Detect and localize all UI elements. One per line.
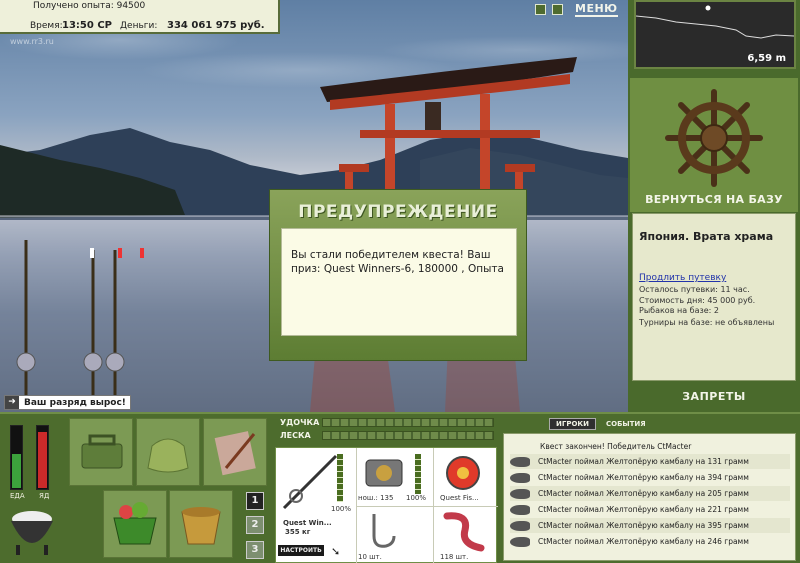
event-text: CtMacter поймал Желтопёрую камбалу на 39… [538, 473, 749, 482]
rank-up-text: Ваш разряд вырос! [24, 397, 126, 408]
setup-button[interactable]: НАСТРОИТЬ [278, 545, 324, 556]
game-controls: МЕНЮ [535, 2, 618, 17]
game-screen: ПРЕДУПРЕЖДЕНИЕ Вы стали победителем квес… [0, 0, 800, 563]
reel-info: нош.: 135 [358, 494, 394, 502]
counter-3[interactable]: 3 [246, 541, 264, 559]
event-text: CtMacter поймал Желтопёрую камбалу на 13… [538, 457, 749, 466]
hook-count: 10 шт. [358, 553, 382, 561]
events-log: Квест закончен! Победитель CtMacter CtMa… [503, 433, 796, 561]
warning-dialog: ПРЕДУПРЕЖДЕНИЕ Вы стали победителем квес… [269, 189, 527, 361]
ship-wheel-icon[interactable] [664, 88, 764, 188]
depth-value: 6,59 m [747, 53, 786, 64]
reel-item-icon[interactable] [360, 452, 410, 492]
food-label: ЕДА [10, 492, 25, 500]
event-row: CtMacter поймал Желтопёрую камбалу на 22… [510, 502, 790, 517]
event-header: Квест закончен! Победитель CtMacter [510, 439, 790, 454]
event-text: CtMacter поймал Желтопёрую камбалу на 22… [538, 505, 749, 514]
sound-icon[interactable] [552, 4, 563, 15]
bucket-icon [181, 507, 221, 545]
rod-percent: 100% [331, 505, 352, 513]
worm-bait-icon[interactable] [441, 510, 485, 552]
line-spool-icon[interactable] [443, 454, 483, 492]
event-text: CtMacter поймал Желтопёрую камбалу на 24… [538, 537, 749, 546]
bans-button[interactable]: ЗАПРЕТЫ [630, 390, 798, 403]
event-row: CtMacter поймал Желтопёрую камбалу на 39… [510, 470, 790, 485]
event-row: CtMacter поймал Желтопёрую камбалу на 24… [510, 534, 790, 549]
event-row: CtMacter поймал Желтопёрую камбалу на 13… [510, 454, 790, 469]
food-meter-fill [12, 454, 21, 488]
reel-percent: 100% [406, 494, 427, 502]
time-label: Время: [30, 21, 63, 31]
event-row: CtMacter поймал Желтопёрую камбалу на 20… [510, 486, 790, 501]
dialog-message: Вы стали победителем квеста! Ваш приз: Q… [281, 228, 517, 336]
fish-icon [510, 488, 530, 499]
counter-1[interactable]: 1 [246, 492, 264, 510]
food-meter [10, 425, 23, 490]
rod-label: УДОЧКА [280, 418, 320, 427]
info-line: Рыбаков на базе: 2 [639, 306, 719, 315]
location-info: Япония. Врата храма Продлить путевку Ост… [632, 213, 796, 381]
bag-icon [147, 438, 189, 473]
fishing-scene[interactable]: ПРЕДУПРЕЖДЕНИЕ Вы стали победителем квес… [0, 0, 628, 412]
counter-2[interactable]: 2 [246, 516, 264, 534]
event-text: CtMacter поймал Желтопёрую камбалу на 39… [538, 521, 749, 530]
event-header-text: Квест закончен! Победитель CtMacter [540, 442, 692, 451]
torii-gate [320, 57, 577, 202]
menu-button[interactable]: МЕНЮ [575, 2, 618, 17]
rod-item-icon[interactable] [280, 452, 340, 512]
return-to-base-button[interactable]: ВЕРНУТЬСЯ НА БАЗУ [630, 193, 798, 206]
event-text: CtMacter поймал Желтопёрую камбалу на 20… [538, 489, 749, 498]
money-value: 334 061 975 руб. [167, 20, 265, 31]
player-info-panel: Получено опыта: 94500 Время: 13:50 СР Де… [0, 0, 280, 34]
info-line: Стоимость дня: 45 000 руб. [639, 296, 756, 305]
info-line: Турниры на базе: не объявлены [639, 318, 775, 327]
boat-marker [705, 5, 711, 11]
location-title: Япония. Врата храма [639, 230, 774, 243]
poison-meter-fill [38, 432, 47, 488]
arrow-down-right-icon: ➘ [331, 545, 341, 558]
experience-text: Получено опыта: 94500 [33, 1, 146, 11]
rod-name: Quest Win... [283, 519, 332, 527]
reel-wear-bar [415, 454, 421, 494]
hook-icon[interactable] [362, 510, 402, 552]
tab-events[interactable]: СОБЫТИЯ [600, 419, 652, 429]
fruit-basket-icon [113, 502, 157, 545]
fishing-rods [16, 240, 144, 400]
tackle-box-icon [81, 434, 123, 469]
money-label: Деньги: [120, 21, 158, 31]
poison-label: ЯД [39, 492, 50, 500]
rod-wear-bar [337, 454, 343, 502]
poison-meter [36, 425, 49, 490]
events-tabs: ИГРОКИ СОБЫТИЯ [549, 418, 652, 430]
site-watermark: www.rr3.ru [10, 37, 54, 46]
depth-map: 6,59 m [634, 0, 796, 69]
cauldron-icon[interactable] [6, 505, 58, 555]
line-name: Quest Fis... [440, 494, 479, 502]
line-label: ЛЕСКА [280, 431, 311, 440]
bait-count: 118 шт. [440, 553, 469, 561]
dialog-title: ПРЕДУПРЕЖДЕНИЕ [298, 202, 498, 222]
tackle-divider [356, 506, 498, 507]
fish-icon [510, 504, 530, 515]
arrow-right-icon: ➜ [5, 396, 19, 409]
time-value: 13:50 СР [62, 20, 112, 31]
fish-icon [510, 520, 530, 531]
pause-icon[interactable] [535, 4, 546, 15]
info-line: Осталось путевки: 11 час. [639, 285, 750, 294]
tab-players[interactable]: ИГРОКИ [549, 418, 596, 430]
fish-icon [510, 456, 530, 467]
fish-icon [510, 472, 530, 483]
fish-icon [510, 536, 530, 547]
extend-pass-link[interactable]: Продлить путевку [639, 273, 726, 283]
rank-up-badge[interactable]: ➜ Ваш разряд вырос! [4, 395, 131, 410]
event-row: CtMacter поймал Желтопёрую камбалу на 39… [510, 518, 790, 533]
line-strength-bar [322, 431, 494, 440]
notepad-icon [214, 431, 256, 476]
rod-weight: 355 кг [285, 528, 311, 536]
rod-strength-bar [322, 418, 494, 427]
